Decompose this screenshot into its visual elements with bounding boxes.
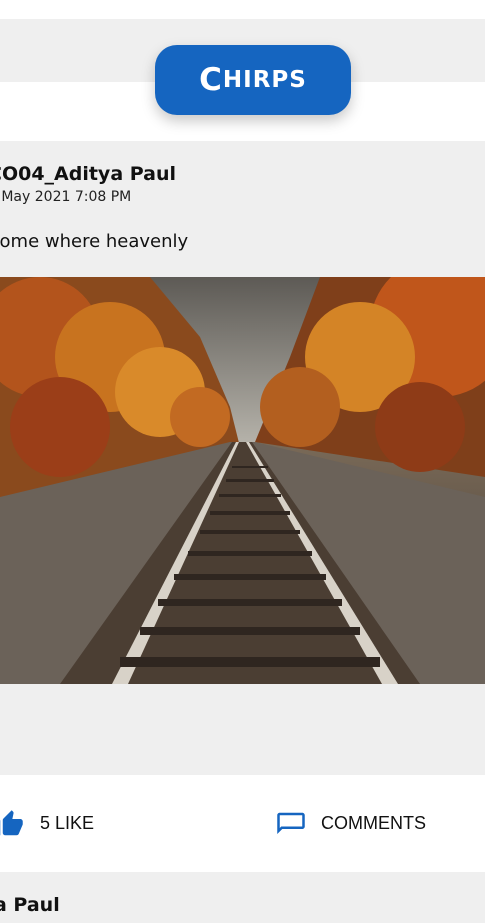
- thumbs-up-icon[interactable]: [0, 809, 24, 839]
- next-post-username[interactable]: a Paul: [0, 894, 60, 916]
- post-timestamp: 5 May 2021 7:08 PM: [0, 189, 132, 205]
- next-post-card: [0, 872, 485, 923]
- chirps-logo[interactable]: C HIRPS: [155, 45, 351, 115]
- logo-initial: C: [199, 62, 223, 98]
- post-image[interactable]: [0, 277, 485, 684]
- post-username[interactable]: CO04_Aditya Paul: [0, 163, 176, 185]
- comments-button[interactable]: COMMENTS: [321, 813, 426, 834]
- logo-rest: HIRPS: [222, 67, 307, 93]
- post-text: Home where heavenly: [0, 231, 189, 252]
- like-button[interactable]: 5 LIKE: [40, 813, 94, 834]
- comment-icon[interactable]: [276, 809, 306, 839]
